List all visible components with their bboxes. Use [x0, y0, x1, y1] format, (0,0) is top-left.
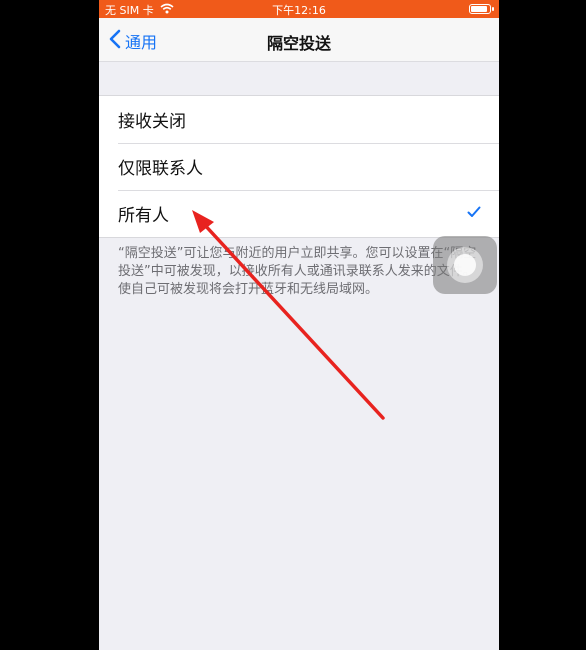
option-receiving-off[interactable]: 接收关闭: [99, 96, 499, 143]
option-label: 所有人: [118, 206, 169, 226]
option-label: 接收关闭: [118, 112, 186, 132]
airdrop-description: “隔空投送”可让您与附近的用户立即共享。您可以设置在“隔空投送”中可被发现，以接…: [118, 246, 477, 297]
status-bar: 无 SIM 卡 下午12:16: [99, 0, 499, 18]
option-everyone[interactable]: 所有人: [99, 190, 499, 237]
phone-screen: 无 SIM 卡 下午12:16 通用 隔空投送 接收关闭 仅限联系人 所有人 “…: [99, 0, 499, 650]
battery-icon: [469, 4, 494, 14]
status-time: 下午12:16: [272, 4, 326, 17]
navigation-bar: 通用 隔空投送: [99, 18, 499, 62]
assistive-touch-icon[interactable]: [433, 236, 497, 294]
option-label: 仅限联系人: [118, 159, 203, 179]
page-title: 隔空投送: [266, 34, 331, 53]
option-contacts-only[interactable]: 仅限联系人: [99, 143, 499, 190]
airdrop-options-list: 接收关闭 仅限联系人 所有人: [99, 95, 499, 238]
checkmark-icon: [467, 203, 481, 223]
